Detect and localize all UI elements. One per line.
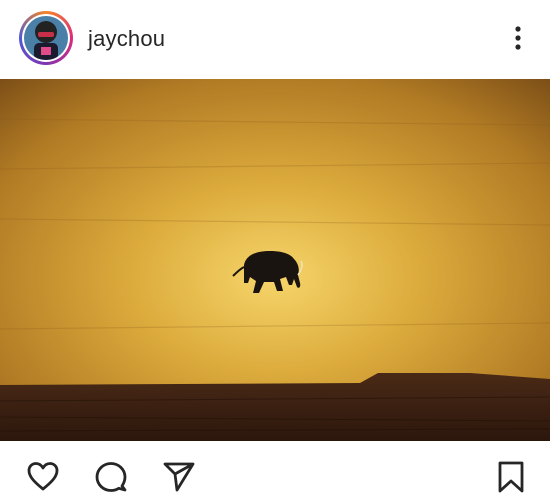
comment-icon[interactable]	[94, 460, 128, 494]
send-icon[interactable]	[162, 460, 196, 494]
post-actions	[0, 452, 550, 494]
post-image[interactable]	[0, 79, 550, 441]
heart-icon[interactable]	[26, 460, 60, 494]
more-vertical-icon[interactable]	[508, 20, 528, 56]
avatar[interactable]	[19, 11, 73, 65]
avatar-image	[24, 16, 68, 60]
bookmark-icon[interactable]	[494, 460, 528, 494]
post-header: jaychou	[0, 0, 550, 76]
username[interactable]: jaychou	[88, 26, 165, 52]
